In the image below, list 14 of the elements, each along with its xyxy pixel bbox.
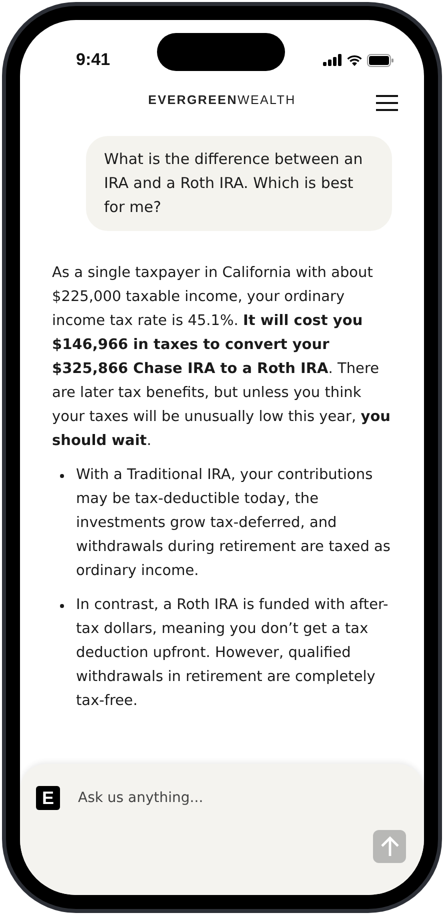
bullet-icon: [60, 604, 64, 608]
wifi-icon: [346, 54, 363, 66]
signal-icon: [323, 54, 342, 66]
arrow-up-icon: [380, 836, 400, 858]
bullet-text: With a Traditional IRA, your contributions may be tax-deductible today, the investments grow tax-deferred, and withdrawals during retirement are taxed as ordinary income.: [76, 466, 392, 581]
app-logo: E: [36, 786, 60, 810]
bullet-text: In contrast, a Roth IRA is funded with after-tax dollars, meaning you don’t get a tax deduction upfront. However, qualified withdrawals in retirement are completely tax-free.: [76, 596, 390, 711]
battery-icon: [367, 54, 394, 66]
bullet-icon: [60, 474, 64, 478]
user-message: What is the difference between an IRA and a Roth IRA. Which is best for me?: [86, 136, 392, 231]
status-time: 9:41: [76, 49, 110, 72]
brand-logo: EVERGREENWEALTH: [148, 92, 296, 109]
message-input[interactable]: Ask us anything...: [76, 786, 376, 810]
answer-paragraph: As a single taxpayer in California with about $225,000 taxable income, your ordinary income tax rate is 45.1%. It will cost you $146,966 in taxes to convert your $325,866 Chase IRA to a Roth IRA. There are later tax benefits, but unless you think your taxes will be unusually low this year, you should wait.: [52, 264, 392, 451]
